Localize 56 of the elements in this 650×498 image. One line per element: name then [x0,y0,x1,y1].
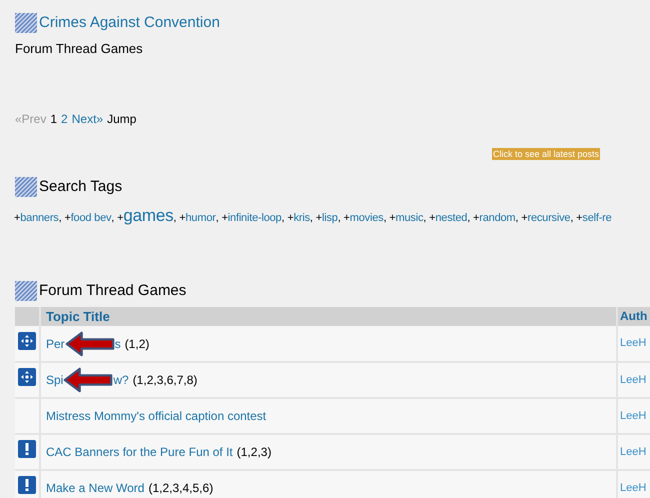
page-links[interactable]: (1,2,3,6,7,8) [132,371,198,389]
tag-link[interactable]: +lisp [316,210,338,226]
topic-link[interactable]: s [114,334,121,352]
topic-link[interactable]: Per [46,334,65,352]
tag-link[interactable]: +self-re [576,210,612,226]
site-title[interactable]: Crimes Against Convention [39,12,220,34]
tag-separator: , [173,210,176,226]
tag-link[interactable]: +games [117,202,174,228]
logo-icon [15,13,37,34]
tag-link[interactable]: +humor [179,210,216,226]
tag-link[interactable]: +food bev [64,210,112,226]
tag-separator: , [310,210,313,226]
page-links[interactable]: (1,2,3) [236,443,272,461]
page-links[interactable]: (1,2) [124,334,150,352]
topic-link[interactable]: Spi [46,371,64,389]
move-icon [18,368,36,386]
tag-separator: , [423,210,426,226]
column-header[interactable]: Auth [617,306,650,326]
section-icon [15,177,37,198]
tag-link[interactable]: +kris [287,210,310,226]
tag-separator: , [111,210,114,226]
page-links[interactable]: (1,2,3,4,5,6) [148,479,214,497]
tag-link[interactable]: +nested [429,210,468,226]
page-subtitle: Forum Thread Games [15,40,144,58]
author-link[interactable]: LeeH [620,482,646,494]
tag-separator: , [281,210,284,226]
topic-link[interactable]: Mistress Mommy's official caption contest [46,407,266,425]
tag-link[interactable]: +music [389,210,424,226]
tag-separator: , [570,210,574,226]
tag-separator: , [58,210,62,226]
tag-link[interactable]: +random [473,210,516,226]
tag-link[interactable]: +banners [14,210,59,226]
tag-separator: , [216,210,219,226]
topic-link[interactable]: Make a New Word [46,479,144,497]
section-icon [15,281,37,302]
column-header[interactable]: Topic Title [40,306,617,326]
tag-separator: , [515,210,518,226]
tag-link[interactable]: +recursive [521,210,570,226]
pagination-link[interactable]: Next» [72,110,104,128]
tag-separator: , [383,210,386,226]
move-icon [18,332,36,350]
author-link[interactable]: LeeH [620,410,646,422]
table-title: Forum Thread Games [39,281,186,301]
author-link[interactable]: LeeH [620,446,646,458]
tag-separator: , [338,210,341,226]
author-link[interactable]: LeeH [620,374,646,386]
author-link[interactable]: LeeH [620,337,646,350]
tag-link[interactable]: +infinite-loop [222,210,282,226]
tag-link[interactable]: +movies [344,210,384,226]
tag-separator: , [467,210,470,226]
section-title: Search Tags [39,177,122,197]
topic-link[interactable]: w? [113,371,129,389]
exclamation-icon [18,440,36,458]
exclamation-icon [18,476,36,494]
topic-link[interactable]: CAC Banners for the Pure Fun of It [46,443,233,461]
pagination-link[interactable]: 2 [61,110,68,128]
